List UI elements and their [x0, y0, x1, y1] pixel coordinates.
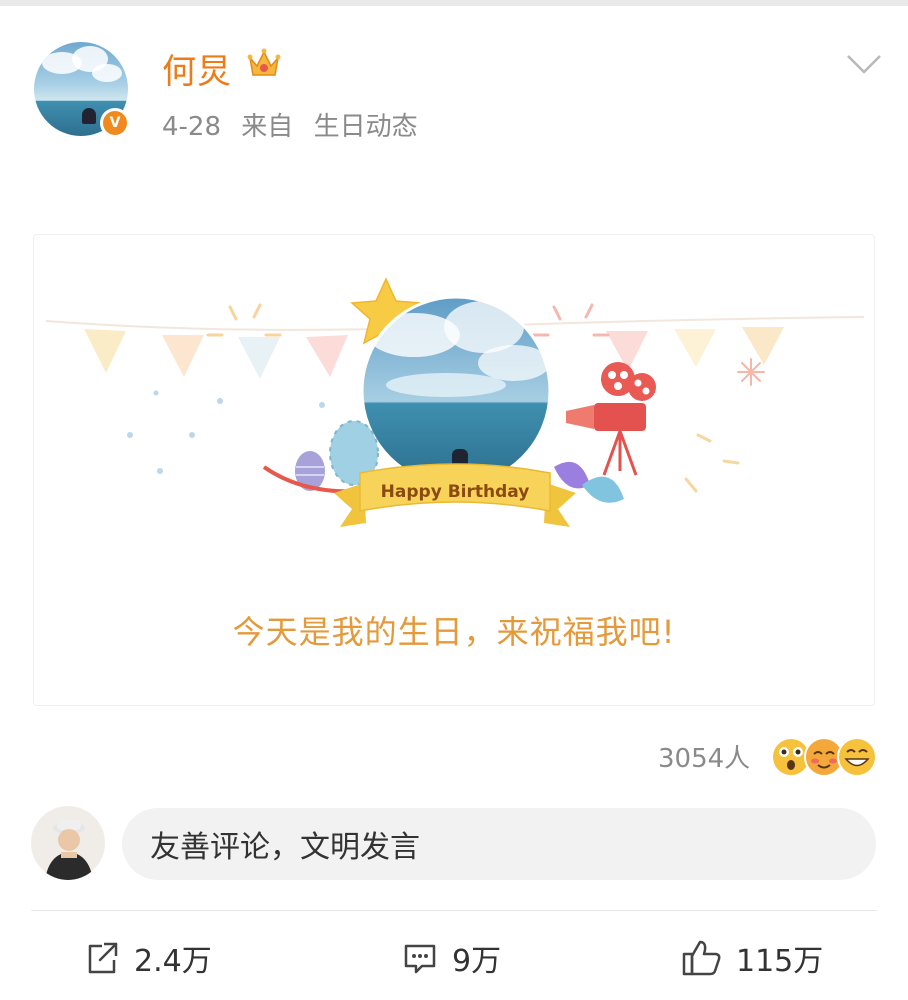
- post-source[interactable]: 生日动态: [314, 112, 418, 142]
- thumbs-up-icon: [682, 940, 721, 976]
- post-date: 4-28: [162, 112, 222, 142]
- birthday-caption: 今天是我的生日，来祝福我吧!: [232, 613, 676, 651]
- birthday-card[interactable]: Happy Birthday 今天是我的生日，来祝福我吧!: [33, 234, 875, 706]
- author-name[interactable]: 何炅: [162, 44, 232, 93]
- crown-icon: [246, 46, 282, 86]
- comment-placeholder: 友善评论，文明发言: [150, 830, 420, 865]
- comment-count: 9万: [452, 944, 502, 979]
- my-avatar[interactable]: [31, 806, 105, 880]
- verified-badge: V: [100, 108, 130, 138]
- comment-icon: [404, 944, 436, 974]
- like-button[interactable]: 115万: [680, 936, 823, 980]
- divider: [31, 910, 877, 911]
- top-strip: [0, 0, 908, 6]
- share-button[interactable]: 2.4万: [82, 936, 212, 980]
- grin-emoji-icon: [837, 737, 877, 777]
- share-count: 2.4万: [134, 944, 212, 979]
- comment-button[interactable]: 9万: [400, 936, 501, 980]
- chevron-down-icon[interactable]: [846, 52, 882, 80]
- birthday-illustration: Happy Birthday: [45, 277, 865, 527]
- reaction-emojis[interactable]: [770, 734, 878, 784]
- share-icon: [88, 942, 118, 974]
- like-count: 115万: [736, 944, 824, 979]
- comment-input[interactable]: 友善评论，文明发言: [122, 808, 876, 880]
- reaction-count[interactable]: 3054人: [658, 738, 750, 775]
- happy-birthday-text: Happy Birthday: [381, 482, 530, 502]
- source-prefix: 来自: [241, 112, 294, 142]
- post-meta: 4-28 来自 生日动态: [162, 106, 430, 143]
